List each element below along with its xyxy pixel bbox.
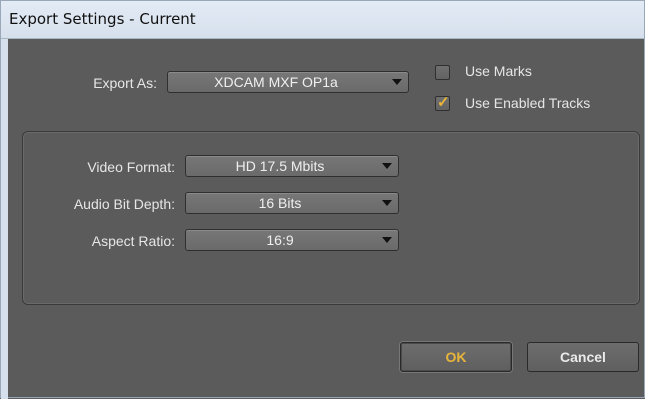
aspect-ratio-label: Aspect Ratio:: [91, 233, 175, 249]
aspect-ratio-value: 16:9: [266, 232, 294, 248]
cancel-button[interactable]: Cancel: [527, 342, 639, 372]
title-bar[interactable]: Export Settings - Current: [1, 1, 644, 39]
use-marks-checkbox[interactable]: [435, 65, 450, 80]
video-format-dropdown[interactable]: HD 17.5 Mbits: [185, 155, 399, 177]
window-title: Export Settings - Current: [9, 10, 196, 28]
use-enabled-tracks-checkbox[interactable]: ✓: [435, 94, 450, 111]
audio-bit-depth-dropdown[interactable]: 16 Bits: [185, 192, 399, 214]
ok-button[interactable]: OK: [400, 342, 512, 372]
audio-bit-depth-value: 16 Bits: [258, 195, 302, 211]
chevron-down-icon: [382, 163, 392, 169]
use-marks-label[interactable]: Use Marks: [465, 63, 532, 79]
export-as-label: Export As:: [93, 75, 157, 91]
use-enabled-tracks-label[interactable]: Use Enabled Tracks: [465, 95, 590, 111]
export-as-value: XDCAM MXF OP1a: [214, 74, 338, 90]
chevron-down-icon: [382, 237, 392, 243]
audio-bit-depth-label: Audio Bit Depth:: [73, 196, 175, 212]
chevron-down-icon: [382, 200, 392, 206]
aspect-ratio-dropdown[interactable]: 16:9: [185, 229, 399, 251]
window-frame-edge: [1, 39, 8, 399]
export-settings-dialog: Export Settings - Current Export As: XDC…: [0, 0, 645, 399]
video-format-label: Video Format:: [87, 159, 175, 175]
video-format-value: HD 17.5 Mbits: [235, 158, 325, 174]
export-as-dropdown[interactable]: XDCAM MXF OP1a: [167, 71, 409, 93]
chevron-down-icon: [392, 79, 402, 85]
check-icon: ✓: [437, 94, 450, 111]
